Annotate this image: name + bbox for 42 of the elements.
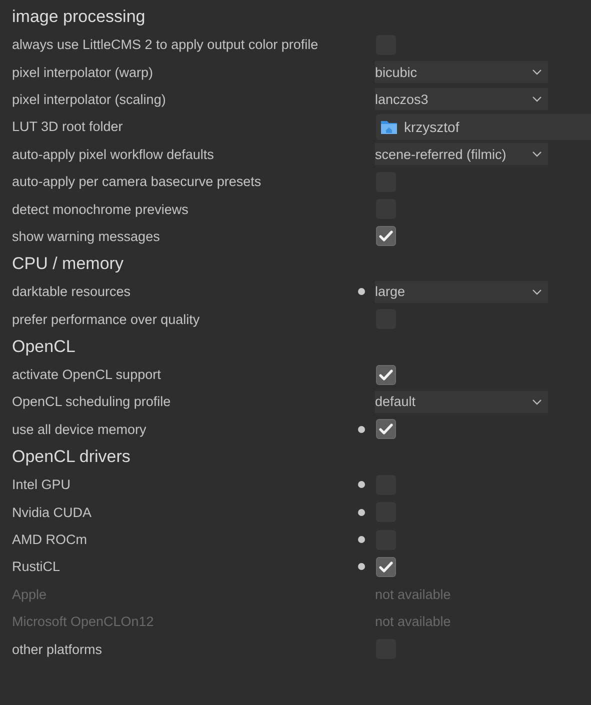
setting-label: Nvidia CUDA [12,504,93,520]
checkbox[interactable] [376,226,396,246]
setting-label: use all device memory [12,422,148,437]
section-heading: image processing [12,6,146,28]
section-heading: OpenCL [12,336,76,358]
setting-label: Intel GPU [12,477,72,492]
setting-label: Apple [12,586,48,602]
section-heading: CPU / memory [12,253,124,276]
setting-label: other platforms [12,642,104,657]
setting-label: prefer performance over quality [12,312,201,327]
setting-label: Microsoft OpenCLOn12 [12,614,155,630]
setting-label: activate OpenCL support [12,367,162,382]
setting-label: auto-apply per camera basecurve presets [12,174,262,190]
checkbox[interactable] [376,556,396,577]
status-text: not available [375,614,451,630]
setting-label: darktable resources [12,284,132,300]
setting-label: LUT 3D root folder [12,119,124,134]
folder-button[interactable]: krzysztof [376,114,591,140]
setting-label: show warning messages [12,228,161,244]
chevron-down-icon [532,96,542,102]
dropdown[interactable]: scene-referred (filmic) [375,143,548,166]
setting-label: RustiCL [12,559,62,574]
dropdown[interactable]: default [375,390,548,413]
checkbox[interactable] [376,364,396,385]
setting-label: always use LittleCMS 2 to apply output color profile [12,37,320,52]
section-heading: OpenCL drivers [12,446,132,468]
setting-label: OpenCL scheduling profile [12,394,172,410]
chevron-down-icon [532,151,542,158]
dropdown[interactable]: large [375,280,548,303]
setting-label: auto-apply pixel workflow defaults [12,146,215,162]
chevron-down-icon [532,398,542,405]
checkbox[interactable] [376,419,396,440]
status-text: not available [375,586,451,602]
setting-label: AMD ROCm [12,532,88,548]
chevron-down-icon [532,288,542,295]
setting-label: pixel interpolator (warp) [12,64,154,80]
setting-label: pixel interpolator (scaling) [12,92,167,107]
dropdown[interactable]: lanczos3 [375,88,548,110]
setting-label: detect monochrome previews [12,202,190,217]
dropdown[interactable]: bicubic [375,61,548,84]
home-folder-icon [380,118,398,135]
chevron-down-icon [532,69,542,76]
